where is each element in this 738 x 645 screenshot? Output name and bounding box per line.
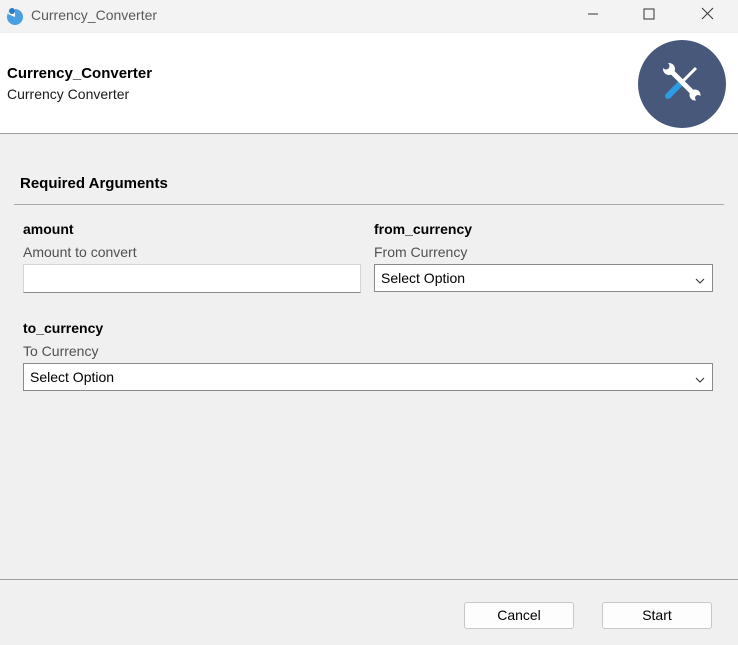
section-divider xyxy=(14,204,724,205)
to-currency-help: To Currency xyxy=(23,343,99,359)
title-bar: Currency_Converter xyxy=(0,0,738,32)
program-name: Currency_Converter xyxy=(7,65,153,82)
from-currency-help: From Currency xyxy=(374,244,468,260)
start-button[interactable]: Start xyxy=(602,602,712,629)
to-currency-select[interactable]: Select Option xyxy=(23,363,713,391)
to-currency-label: to_currency xyxy=(23,320,104,336)
chevron-down-icon xyxy=(694,372,706,390)
minimize-icon xyxy=(587,7,599,25)
program-description: Currency Converter xyxy=(7,86,130,102)
to-currency-selected: Select Option xyxy=(30,369,115,385)
amount-label: amount xyxy=(23,221,74,237)
window-title: Currency_Converter xyxy=(31,7,158,23)
program-logo xyxy=(638,40,726,128)
close-icon xyxy=(701,7,714,25)
minimize-button[interactable] xyxy=(570,0,616,32)
tools-icon xyxy=(656,56,708,113)
program-header: Currency_Converter Currency Converter xyxy=(0,33,738,134)
amount-input[interactable] xyxy=(23,264,361,293)
close-button[interactable] xyxy=(684,0,730,32)
maximize-button[interactable] xyxy=(626,0,672,32)
section-title: Required Arguments xyxy=(20,175,168,192)
cancel-button[interactable]: Cancel xyxy=(464,602,574,629)
chevron-down-icon xyxy=(694,273,706,291)
app-icon xyxy=(5,6,25,26)
footer-divider xyxy=(0,579,738,580)
amount-help: Amount to convert xyxy=(23,244,137,260)
from-currency-selected: Select Option xyxy=(381,270,466,286)
maximize-icon xyxy=(643,7,655,25)
from-currency-label: from_currency xyxy=(374,221,473,237)
from-currency-select[interactable]: Select Option xyxy=(374,264,713,292)
